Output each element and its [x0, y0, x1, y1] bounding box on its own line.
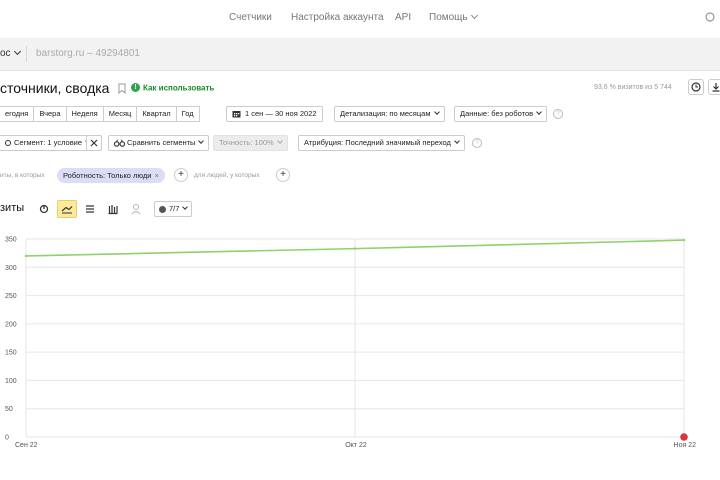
y-tick-label: 100 — [5, 378, 17, 385]
chevron-down-icon — [454, 138, 460, 144]
annotation-marker[interactable] — [680, 433, 688, 441]
date-range-button[interactable]: 1 сен — 30 ноя 2022 — [226, 106, 323, 122]
line-chart-icon — [61, 206, 73, 214]
export-button[interactable] — [708, 79, 720, 95]
x-tick-label: Сен 22 — [15, 442, 38, 449]
top-navigation: Счетчики Настройка аккаунта API Помощь — [0, 0, 720, 38]
report-header: сточники, сводка ! Как использовать 93,6 … — [0, 76, 720, 100]
chevron-down-icon — [470, 11, 478, 20]
how-to-use-label: Как использовать — [143, 83, 215, 93]
clear-segment-button[interactable] — [86, 135, 102, 151]
stacked-area-icon — [86, 205, 94, 213]
how-to-use-link[interactable]: ! Как использовать — [131, 83, 215, 93]
robotness-filter-chip[interactable]: Роботность: Только люди × — [57, 168, 165, 183]
y-tick-label: 250 — [5, 293, 17, 300]
x-tick-label: Ноя 22 — [674, 442, 697, 449]
data-point[interactable] — [353, 247, 357, 250]
data-point[interactable] — [682, 238, 686, 242]
segment-icon — [5, 140, 11, 147]
apps-icon[interactable] — [704, 11, 716, 23]
bar-chart-icon — [108, 205, 118, 215]
site-name: barstorg.ru – 49294801 — [36, 48, 140, 59]
chevron-down-icon — [198, 138, 205, 144]
page-title: сточники, сводка — [0, 80, 110, 96]
download-icon — [712, 83, 720, 92]
close-icon[interactable]: × — [154, 171, 158, 180]
attribution-label: Атрибуция: Последний значимый переход — [304, 138, 451, 147]
period-week[interactable]: Неделя — [66, 106, 104, 122]
add-user-filter-button[interactable]: + — [276, 168, 290, 182]
bar-chart-button[interactable] — [103, 200, 123, 218]
clock-icon — [691, 82, 701, 92]
y-tick-label: 350 — [5, 237, 17, 244]
line-chart-svg: 0 50 100 150 200 250 300 350 Сен 22 Окт 22 Ноя 22 — [5, 237, 697, 450]
chart-title: зиты — [0, 202, 25, 214]
period-year[interactable]: Год — [176, 106, 200, 122]
chevron-down-icon — [13, 47, 21, 56]
nav-account-settings[interactable]: Настройка аккаунта — [291, 12, 384, 23]
y-tick-label: 200 — [5, 321, 17, 328]
pie-chart-button[interactable] — [34, 200, 54, 218]
help-icon: ! — [131, 83, 140, 93]
y-tick-label: 300 — [5, 265, 17, 272]
binoculars-icon — [113, 139, 126, 147]
divider — [26, 46, 27, 62]
filters-row: иты, в которых Роботность: Только люди × … — [0, 168, 720, 184]
visits-chart: 0 50 100 150 200 250 300 350 Сен 22 Окт 22 Ноя 22 — [0, 228, 720, 480]
detail-dropdown[interactable]: Детализация: по месяцам — [334, 106, 445, 122]
area-chart-button[interactable] — [80, 200, 100, 218]
period-yesterday[interactable]: Вчера — [34, 106, 67, 122]
x-tick-label: Окт 22 — [345, 442, 367, 449]
counter-selector[interactable]: ос — [0, 47, 21, 59]
chevron-down-icon — [536, 109, 542, 115]
segment-label: Сегмент: 1 условие — [14, 138, 83, 147]
line-chart-button[interactable] — [57, 200, 77, 218]
chevron-down-icon — [276, 138, 283, 144]
nav-help[interactable]: Помощь — [429, 11, 478, 23]
detail-label: Детализация: по месяцам — [340, 109, 431, 118]
visualization-toolbar: зиты 7/7 — [0, 200, 720, 218]
history-button[interactable] — [688, 79, 704, 95]
data-filter-dropdown[interactable]: Данные: без роботов — [454, 106, 548, 122]
counter-selector-label: ос — [0, 48, 11, 59]
period-today[interactable]: егодня — [0, 106, 35, 122]
person-icon — [131, 203, 141, 215]
pie-chart-icon — [39, 204, 49, 214]
sampling-info: 93,6 % визитов из 5 744 — [594, 84, 672, 91]
nav-counters[interactable]: Счетчики — [229, 12, 272, 23]
accuracy-label: Точность: 100% — [219, 138, 274, 147]
nav-help-label: Помощь — [429, 12, 468, 23]
y-tick-label: 0 — [5, 435, 9, 442]
chevron-down-icon — [433, 109, 440, 115]
chevron-down-icon — [182, 204, 189, 210]
map-chart-button[interactable] — [126, 200, 146, 218]
metrics-counter-dropdown[interactable]: 7/7 — [154, 201, 193, 217]
data-filter-label: Данные: без роботов — [460, 109, 534, 118]
help-icon[interactable]: ? — [553, 109, 563, 119]
y-tick-label: 50 — [5, 406, 13, 413]
site-selector-bar: ос barstorg.ru – 49294801 — [0, 38, 720, 71]
data-point[interactable] — [24, 254, 28, 258]
segment-dropdown[interactable]: Сегмент: 1 условие — [0, 135, 97, 151]
metrics-counter-label: 7/7 — [169, 204, 180, 213]
compare-segments-dropdown[interactable]: Сравнить сегменты — [108, 135, 210, 151]
accuracy-dropdown[interactable]: Точность: 100% — [213, 135, 288, 151]
filter-prefix-text: иты, в которых — [0, 172, 45, 179]
period-quarter[interactable]: Квартал — [137, 106, 177, 122]
help-icon[interactable]: ? — [472, 138, 482, 148]
date-range-label: 1 сен — 30 ноя 2022 — [245, 109, 317, 118]
period-month[interactable]: Месяц — [103, 106, 138, 122]
compare-segments-label: Сравнить сегменты — [127, 138, 196, 147]
metrics-dot-icon — [159, 205, 166, 213]
attribution-dropdown[interactable]: Атрибуция: Последний значимый переход — [298, 135, 465, 151]
robotness-filter-label: Роботность: Только люди — [63, 171, 152, 180]
add-visit-filter-button[interactable]: + — [174, 168, 188, 182]
calendar-icon — [232, 111, 241, 118]
y-tick-label: 150 — [5, 350, 17, 357]
filter-people-text: для людей, у которых — [194, 172, 260, 179]
bookmark-icon[interactable] — [118, 83, 126, 94]
nav-api[interactable]: API — [395, 12, 411, 23]
close-icon — [90, 139, 98, 147]
period-selector: егодня Вчера Неделя Месяц Квартал Год — [0, 106, 200, 122]
